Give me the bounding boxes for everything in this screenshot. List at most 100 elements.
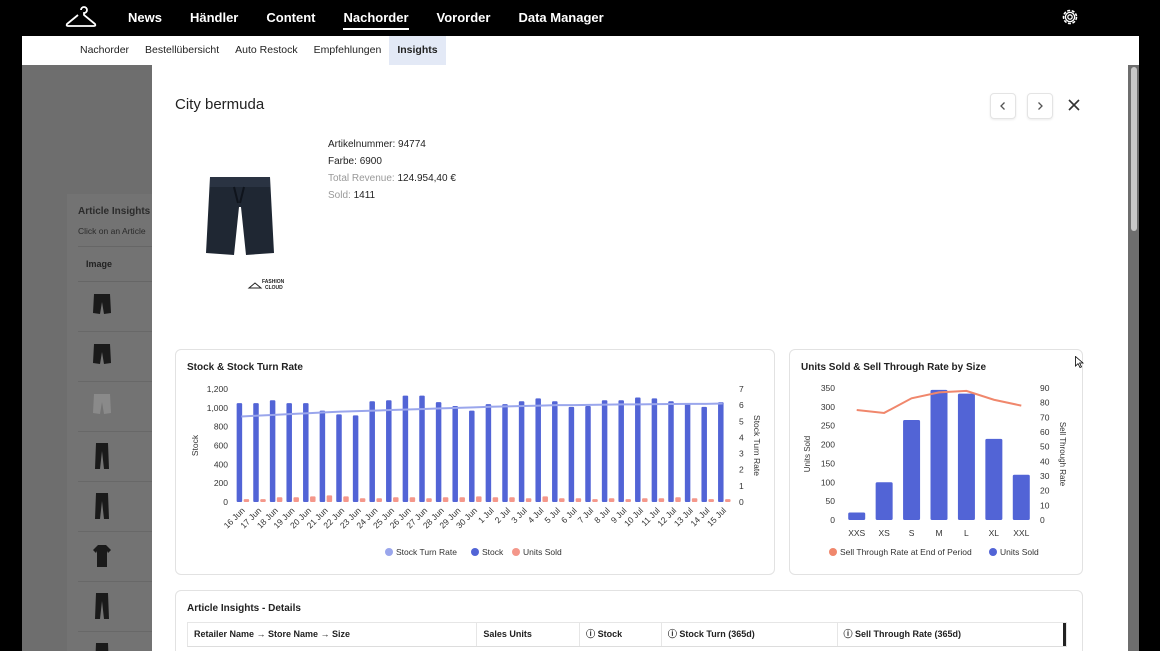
x-tick-label: XXL <box>1013 528 1029 538</box>
stock-bar <box>535 398 541 502</box>
y-tick-label: 250 <box>821 421 835 431</box>
y-right-tick-label: 3 <box>739 449 744 459</box>
stock-bar <box>485 404 492 502</box>
subnav-insights[interactable]: Insights <box>389 36 446 65</box>
subnav-empfehlungen[interactable]: Empfehlungen <box>306 36 390 65</box>
legend-label: Sell Through Rate at End of Period <box>840 547 972 557</box>
stock-bar <box>452 405 458 502</box>
stock-bar <box>253 403 259 502</box>
color-value: 6900 <box>359 156 382 167</box>
article-number-row: Artikelnummer: 94774 <box>328 139 426 150</box>
next-button[interactable] <box>1027 93 1053 119</box>
y-right-axis-label: Sell Through Rate <box>1058 422 1067 487</box>
y-tick-label: 100 <box>821 477 835 487</box>
nav-news[interactable]: News <box>128 0 162 36</box>
y-right-tick-label: 50 <box>1040 442 1050 452</box>
product-image <box>206 177 274 255</box>
units-sold-size-card: Units Sold & Sell Through Rate by Size 0… <box>789 349 1083 575</box>
units-sold-bar <box>326 495 333 502</box>
y-tick-label: 1,200 <box>207 384 229 394</box>
units-sold-bar <box>376 498 382 502</box>
x-tick-label: XS <box>878 528 890 538</box>
sub-navigation: Nachorder Bestellübersicht Auto Restock … <box>22 36 1139 65</box>
y-tick-label: 1,000 <box>207 403 229 413</box>
details-title: Article Insights - Details <box>187 603 301 614</box>
panel-title: Article Insights <box>78 206 151 217</box>
column-stock-turn[interactable]: ⓘ Stock Turn (365d) <box>662 623 838 646</box>
stock-bar <box>303 403 309 502</box>
y-tick-label: 200 <box>214 478 228 488</box>
y-right-axis-label: Stock Turn Rate <box>752 415 762 476</box>
details-card: Article Insights - Details Retailer Name… <box>175 590 1083 651</box>
units-sold-bar <box>848 512 866 520</box>
stock-bar <box>469 410 475 502</box>
stock-bar <box>502 404 508 502</box>
stock-bar <box>369 401 375 502</box>
units-sold-bar <box>957 393 975 520</box>
x-tick-label: 7 Jul <box>576 505 596 525</box>
stock-bar <box>701 406 707 502</box>
y-tick-label: 200 <box>821 440 835 450</box>
units-sold-bar <box>559 498 565 502</box>
legend-marker <box>385 548 393 556</box>
nav-haendler[interactable]: Händler <box>190 0 238 36</box>
units-sold-bar <box>542 496 548 502</box>
stock-bar <box>352 415 359 502</box>
y-right-tick-label: 30 <box>1040 471 1050 481</box>
app-root: News Händler Content Nachorder Vororder … <box>0 0 1160 651</box>
column-label: Image <box>86 259 113 269</box>
units-sold-bar <box>359 498 366 502</box>
y-tick-label: 400 <box>214 459 228 469</box>
stock-bar <box>684 403 691 502</box>
top-navigation-bar: News Händler Content Nachorder Vororder … <box>0 0 1160 36</box>
insights-modal: City bermuda FASHION CLOUD Artikelnummer… <box>152 65 1128 651</box>
subnav-auto-restock[interactable]: Auto Restock <box>227 36 305 65</box>
y-right-tick-label: 20 <box>1040 486 1050 496</box>
nav-vororder[interactable]: Vororder <box>437 0 491 36</box>
units-sold-bar <box>459 497 465 502</box>
legend-label: Units Sold <box>523 547 562 557</box>
nav-content[interactable]: Content <box>266 0 315 36</box>
product-details: Artikelnummer: 94774 Farbe: 6900 Total R… <box>328 136 456 204</box>
column-sales-units[interactable]: Sales Units <box>477 623 581 646</box>
stock-bar <box>668 401 674 502</box>
x-tick-label: XL <box>989 528 1000 538</box>
column-retailer[interactable]: Retailer Name → Store Name → Size <box>188 623 478 646</box>
scrollbar[interactable] <box>1131 67 1137 231</box>
units-sold-bar <box>293 497 299 502</box>
x-tick-label: S <box>909 528 915 538</box>
stock-bar <box>336 414 342 502</box>
x-tick-label: M <box>935 528 942 538</box>
gear-icon[interactable] <box>1060 7 1080 27</box>
nav-data-manager[interactable]: Data Manager <box>518 0 603 36</box>
column-stock[interactable]: ⓘ Stock <box>580 623 662 646</box>
article-thumbnail <box>95 593 109 619</box>
units-sold-bar <box>875 482 893 520</box>
units-sold-bar <box>725 499 731 502</box>
article-number: 94774 <box>398 139 426 150</box>
y-tick-label: 350 <box>821 383 835 393</box>
subnav-nachorder[interactable]: Nachorder <box>72 36 137 65</box>
stock-turn-rate-chart: 0 200 400 600 800 1,000 1,200 0 1 2 3 4 5 6 7 Stock Stoc… <box>190 384 762 557</box>
legend-label: Stock <box>482 547 504 557</box>
units-sold-bar <box>476 496 482 502</box>
subnav-bestelluebersicht[interactable]: Bestellübersicht <box>137 36 227 65</box>
stock-bar <box>286 403 292 502</box>
stock-turn-rate-line <box>241 402 723 418</box>
stock-bar <box>552 401 558 502</box>
nav-nachorder[interactable]: Nachorder <box>343 0 409 36</box>
units-sold-bar <box>393 497 399 502</box>
y-right-tick-label: 70 <box>1040 412 1050 422</box>
y-right-tick-label: 90 <box>1040 383 1050 393</box>
close-button[interactable] <box>1064 95 1084 115</box>
column-sell-through[interactable]: ⓘ Sell Through Rate (365d) <box>838 623 1066 646</box>
units-sold-bar <box>426 498 432 502</box>
units-sold-bar <box>260 499 266 502</box>
y-right-tick-label: 2 <box>739 465 744 475</box>
units-sold-bar <box>509 497 515 502</box>
hanger-icon[interactable] <box>64 5 98 29</box>
stock-bar <box>618 400 624 502</box>
previous-button[interactable] <box>990 93 1016 119</box>
y-right-tick-label: 40 <box>1040 456 1050 466</box>
article-thumbnail <box>93 294 111 314</box>
